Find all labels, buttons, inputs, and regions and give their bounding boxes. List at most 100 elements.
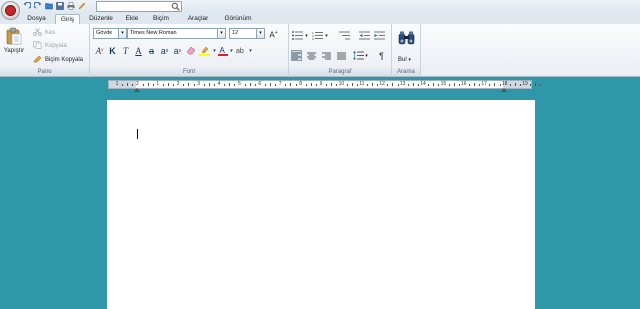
ruler-tick: [132, 84, 134, 86]
tab-ekle[interactable]: Ekle: [121, 14, 143, 24]
tab-duzenle[interactable]: Düzenle: [85, 14, 117, 24]
chevron-down-icon[interactable]: ▾: [324, 30, 329, 41]
font-size-value: 12: [232, 30, 239, 36]
style-select[interactable]: Gövde ▾: [93, 28, 127, 39]
align-right-button[interactable]: [321, 50, 332, 61]
chevron-down-icon[interactable]: ▾: [217, 29, 225, 38]
underline-button[interactable]: A: [132, 44, 145, 57]
ruler-tick: [366, 84, 368, 86]
horizontal-ruler[interactable]: 1 2 1 2 3 4 5 6 7 8 9 10 11 12 13 14 15 16 17 18 19: [108, 80, 542, 92]
increase-indent-icon[interactable]: [374, 30, 385, 41]
ruler-tick: [377, 84, 379, 86]
ruler-tick: [213, 84, 215, 86]
tab-giris[interactable]: Giriş: [55, 14, 80, 24]
search-icon[interactable]: [171, 2, 180, 11]
ruler-tick: [234, 84, 236, 86]
font-color-button[interactable]: A: [217, 44, 229, 57]
ruler-tick: [270, 83, 271, 86]
ruler-tick: [147, 83, 149, 86]
character-spacing-icon[interactable]: ab: [234, 44, 248, 57]
tab-gorunum[interactable]: Görünüm: [220, 14, 256, 24]
font-group: Gövde ▾ Times New Roman ▾ 12 ▾ A+ Ax K T…: [90, 24, 289, 77]
bold-button[interactable]: K: [106, 44, 119, 57]
undo-icon[interactable]: [23, 2, 31, 10]
align-center-button[interactable]: [306, 50, 317, 61]
edit-icon[interactable]: [78, 2, 86, 10]
ruler-number: 3: [197, 81, 200, 87]
justify-button[interactable]: [336, 50, 347, 61]
font-family-select[interactable]: Times New Roman ▾: [127, 28, 226, 39]
document-page[interactable]: [107, 100, 535, 309]
superscript-button[interactable]: as: [171, 44, 184, 57]
ruler-tick: [224, 84, 226, 86]
font-group-label: Font: [90, 68, 288, 76]
find-button[interactable]: Bul ▾: [398, 57, 411, 63]
pilcrow-icon[interactable]: ¶: [376, 50, 387, 61]
ruler-tick: [183, 84, 185, 86]
ruler-number: 13: [399, 81, 406, 87]
style-value: Gövde: [96, 30, 113, 36]
bullet-list-icon[interactable]: [291, 30, 304, 41]
grow-font-button[interactable]: A+: [268, 29, 279, 40]
redo-icon[interactable]: [34, 2, 42, 10]
numbered-list-icon[interactable]: 123: [311, 30, 324, 41]
quick-search-input[interactable]: [96, 1, 182, 12]
italic-button[interactable]: T: [119, 44, 132, 57]
binoculars-icon[interactable]: [398, 30, 415, 45]
print-icon[interactable]: [67, 2, 75, 10]
decrease-indent-icon[interactable]: [359, 30, 370, 41]
clear-format-button[interactable]: Ax: [93, 44, 106, 57]
ruler-tick: [244, 84, 246, 86]
cut-button[interactable]: Kes: [33, 28, 55, 38]
ruler-number: 5: [238, 81, 241, 87]
ruler-tick: [448, 84, 450, 86]
ruler-tick: [474, 83, 475, 86]
ruler-tick: [514, 83, 516, 86]
open-icon[interactable]: [45, 2, 53, 10]
highlight-button[interactable]: [197, 44, 212, 57]
ruler-tick: [208, 83, 210, 86]
paste-icon: [6, 27, 22, 47]
tab-dosya[interactable]: Dosya: [22, 14, 51, 24]
chevron-down-icon[interactable]: ▾: [118, 29, 126, 38]
multilevel-list-icon[interactable]: [339, 30, 350, 41]
font-size-select[interactable]: 12 ▾: [229, 28, 265, 39]
format-painter-button[interactable]: Biçim Kopyala: [33, 55, 83, 65]
ruler-tick: [412, 83, 414, 86]
chevron-down-icon[interactable]: ▾: [256, 29, 264, 38]
ruler-tick: [188, 83, 190, 86]
copy-button[interactable]: Kopyala: [33, 41, 67, 51]
text-cursor: [137, 129, 138, 139]
ruler-number: 6: [258, 81, 262, 87]
left-indent-marker[interactable]: [134, 88, 140, 92]
ruler-tick: [540, 84, 542, 86]
ruler-tick: [336, 84, 338, 86]
ruler-number: 2: [136, 81, 139, 87]
right-indent-marker[interactable]: [501, 88, 507, 92]
ruler-tick: [229, 83, 231, 86]
ruler-tick: [331, 83, 333, 86]
subscript-button[interactable]: as: [158, 44, 171, 57]
ruler-tick: [494, 83, 496, 86]
align-left-button[interactable]: [291, 50, 302, 61]
ruler-number: 8: [299, 81, 302, 87]
ruler-tick: [290, 83, 292, 86]
ruler-tick: [346, 84, 348, 86]
app-menu-button[interactable]: [1, 1, 20, 20]
paste-button[interactable]: Yapıştır: [3, 27, 25, 54]
strikethrough-button[interactable]: a: [145, 44, 158, 57]
ruler-tick: [372, 83, 373, 86]
chevron-down-icon[interactable]: ▾: [304, 30, 309, 41]
paste-label: Yapıştır: [3, 48, 25, 54]
chevron-down-icon[interactable]: ▾: [248, 44, 253, 57]
tab-araclar[interactable]: Araçlar: [182, 14, 214, 24]
save-icon[interactable]: [56, 2, 64, 10]
tab-bicim[interactable]: Biçim: [148, 14, 174, 24]
chevron-down-icon[interactable]: ▾: [364, 50, 369, 61]
font-family-value: Times New Roman: [130, 30, 177, 36]
eraser-icon[interactable]: [184, 44, 197, 57]
line-spacing-icon[interactable]: [353, 50, 364, 61]
copy-icon: [33, 41, 42, 51]
find-label: Bul: [398, 57, 407, 63]
ruler-tick: [168, 83, 169, 86]
